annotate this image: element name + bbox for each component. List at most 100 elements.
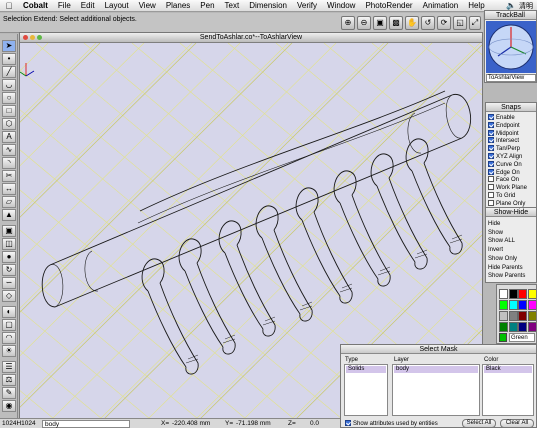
layer-tool[interactable]: ☰ (2, 361, 16, 373)
snap-checkbox[interactable] (488, 114, 494, 120)
show-hide-item[interactable]: Show Only (488, 255, 517, 263)
snap-checkbox[interactable] (488, 176, 494, 183)
show-attributes-option[interactable]: Show attributes used by entities (345, 420, 438, 428)
layer-field[interactable]: body (42, 420, 130, 428)
pan-button[interactable]: ✋ (405, 16, 419, 30)
snap-option[interactable]: Tan/Perp (488, 145, 520, 153)
select-tool[interactable]: ➤ (2, 40, 16, 52)
spline-tool[interactable]: ∿ (2, 144, 16, 156)
axis-view-button[interactable]: ⤢ (469, 16, 481, 30)
snap-checkbox[interactable] (488, 121, 494, 128)
view-cube-button[interactable]: ◱ (453, 16, 467, 30)
fillet-tool[interactable]: ◝ (2, 157, 16, 169)
rotate-view-button[interactable]: ⟳ (437, 16, 451, 30)
color-swatch[interactable] (527, 322, 536, 332)
color-swatch[interactable] (499, 289, 508, 299)
menu-view[interactable]: View (134, 0, 161, 12)
render-tool[interactable]: ☀ (2, 345, 16, 357)
type-list-item[interactable]: Solids (346, 366, 386, 373)
color-swatch[interactable] (518, 289, 527, 299)
apple-icon[interactable]:  (0, 1, 18, 11)
zoom-in-button[interactable]: ⊕ (341, 16, 355, 30)
close-icon[interactable] (23, 35, 28, 40)
type-list[interactable]: Solids (344, 364, 388, 416)
manifold-model[interactable] (41, 90, 471, 375)
minimize-icon[interactable] (30, 35, 35, 40)
snap-option[interactable]: To Grid (488, 192, 515, 200)
current-color-swatch[interactable] (499, 333, 507, 342)
menu-animation[interactable]: Animation (418, 0, 464, 12)
snap-option[interactable]: Endpoint (488, 121, 520, 130)
current-color-name[interactable]: Green (509, 333, 535, 342)
show-hide-item[interactable]: Show (488, 229, 503, 237)
snap-option[interactable]: XYZ Align (488, 153, 522, 161)
extrude-tool[interactable]: ▲ (2, 209, 16, 221)
snap-option[interactable]: Midpoint (488, 129, 519, 138)
zoom-out-button[interactable]: ⊖ (357, 16, 371, 30)
zoom-fit-button[interactable]: ▩ (389, 16, 403, 30)
menu-planes[interactable]: Planes (161, 0, 195, 12)
color-swatch[interactable] (518, 322, 527, 332)
menu-app[interactable]: Cobalt (18, 0, 53, 12)
color-swatch[interactable] (508, 289, 518, 299)
revolve-tool[interactable]: ↻ (2, 264, 16, 276)
show-attributes-checkbox[interactable] (345, 420, 351, 426)
menu-verify[interactable]: Verify (292, 0, 322, 12)
menu-text[interactable]: Text (220, 0, 245, 12)
color-swatch[interactable] (499, 322, 508, 332)
snap-checkbox[interactable] (488, 168, 494, 175)
text-tool[interactable]: A (2, 131, 16, 143)
zoom-icon[interactable] (37, 35, 42, 40)
snap-option[interactable]: Work Plane (488, 184, 527, 192)
select-all-button[interactable]: Select All (462, 419, 496, 428)
menu-edit[interactable]: Edit (76, 0, 100, 12)
circle-tool[interactable]: ○ (2, 92, 16, 104)
show-hide-item[interactable]: Hide (488, 220, 500, 228)
sweep-tool[interactable]: ∽ (2, 277, 16, 289)
show-hide-item[interactable]: Show Parents (488, 272, 525, 280)
point-tool[interactable]: • (2, 53, 16, 65)
camera-tool[interactable]: ◉ (2, 400, 16, 412)
color-swatch[interactable] (518, 300, 527, 310)
snap-option[interactable]: Curve On (488, 160, 522, 169)
snap-checkbox[interactable] (488, 129, 494, 136)
trim-tool[interactable]: ✂ (2, 170, 16, 182)
clear-all-button[interactable]: Clear All (500, 419, 534, 428)
solid-cylinder-tool[interactable]: ◫ (2, 238, 16, 250)
dimension-tool[interactable]: ↔ (2, 183, 16, 195)
plane-tool[interactable]: ▱ (2, 196, 16, 208)
color-swatch[interactable] (499, 311, 508, 321)
snap-option[interactable]: Edge On (488, 168, 520, 177)
solid-box-tool[interactable]: ▣ (2, 225, 16, 237)
snap-checkbox[interactable] (488, 153, 494, 159)
menu-layout[interactable]: Layout (100, 0, 134, 12)
menu-photorender[interactable]: PhotoRender (360, 0, 417, 12)
solid-sphere-tool[interactable]: ● (2, 251, 16, 263)
show-hide-item[interactable]: Invert (488, 246, 503, 254)
color-swatch[interactable] (499, 300, 508, 310)
snap-option[interactable]: Intersect (488, 137, 519, 145)
color-swatch[interactable] (518, 311, 527, 321)
polygon-tool[interactable]: ⬡ (2, 118, 16, 130)
snap-checkbox[interactable] (488, 137, 494, 144)
trackball-control[interactable] (486, 21, 536, 73)
measure-tool[interactable]: ⚖ (2, 374, 16, 386)
menu-dimension[interactable]: Dimension (244, 0, 292, 12)
color-swatch[interactable] (527, 300, 536, 310)
previous-view-button[interactable]: ↺ (421, 16, 435, 30)
shell-tool[interactable]: ▢ (2, 319, 16, 331)
color-swatch[interactable] (508, 322, 518, 332)
color-swatch[interactable] (527, 289, 536, 299)
trackball-view-select[interactable]: ToAshlarView (486, 74, 536, 82)
volume-icon[interactable]: 🔈 (506, 1, 516, 10)
menu-file[interactable]: File (53, 0, 76, 12)
snap-checkbox[interactable] (488, 184, 494, 191)
blend-tool[interactable]: ◠ (2, 332, 16, 344)
snap-checkbox[interactable] (488, 199, 494, 206)
color-swatch[interactable] (527, 311, 536, 321)
snap-option[interactable]: Face On (488, 176, 519, 184)
color-list[interactable]: Black (482, 364, 534, 416)
snap-option[interactable]: Enable (488, 114, 515, 122)
snap-checkbox[interactable] (488, 145, 494, 152)
color-list-item[interactable]: Black (484, 366, 532, 373)
